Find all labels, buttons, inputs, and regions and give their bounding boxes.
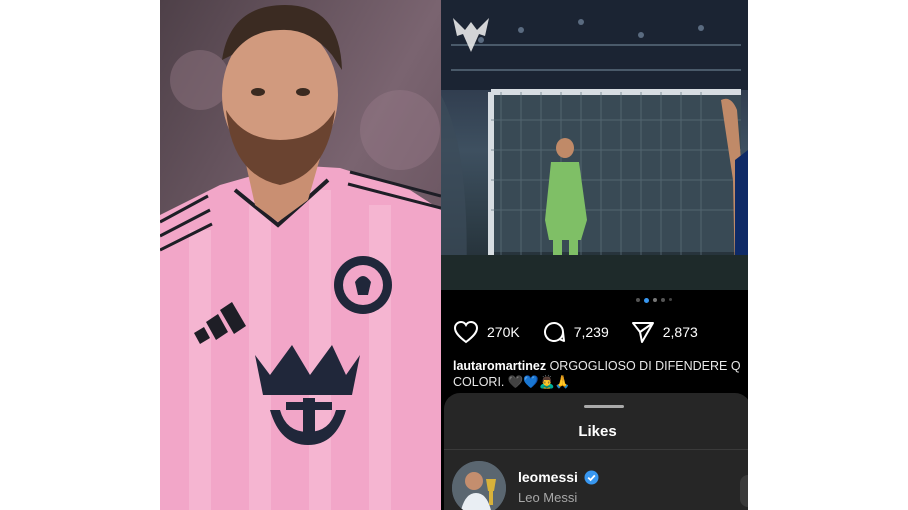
post-caption: lautaromartinez ORGOGLIOSO DI DIFENDERE …	[453, 358, 743, 390]
sheet-drag-handle[interactable]	[584, 405, 624, 408]
carousel-dots	[636, 298, 672, 303]
comments-count: 7,239	[573, 324, 609, 340]
likes-user-row[interactable]: leomessi Leo Messi	[452, 461, 599, 510]
caption-text: ORGOGLIOSO DI DIFENDERE Q	[549, 359, 741, 373]
like-button[interactable]: 270K	[453, 320, 520, 344]
follow-button-edge[interactable]	[740, 475, 748, 507]
shares-count: 2,873	[662, 324, 698, 340]
liked-username[interactable]: leomessi	[518, 469, 599, 485]
likes-sheet-title: Likes	[578, 423, 617, 440]
caption-username[interactable]: lautaromartinez	[453, 359, 546, 373]
heart-icon	[453, 320, 479, 344]
stadium-scene	[441, 0, 748, 290]
send-icon	[631, 322, 654, 343]
share-button[interactable]: 2,873	[631, 320, 698, 344]
likes-user-info: leomessi Leo Messi	[518, 461, 599, 505]
verified-badge-icon	[584, 470, 599, 484]
avatar[interactable]	[452, 461, 506, 510]
left-player-photo	[160, 0, 441, 510]
avatar-image	[452, 461, 506, 510]
comment-button[interactable]: 7,239	[542, 320, 609, 344]
caption-text-line-2: COLORI. 🖤💙🙇‍♂️🙏	[453, 375, 571, 389]
sheet-divider	[444, 449, 748, 450]
liked-full-name: Leo Messi	[518, 490, 578, 505]
likes-count: 270K	[487, 324, 520, 340]
liked-username-text: leomessi	[518, 469, 578, 485]
post-image[interactable]	[441, 0, 748, 290]
post-action-bar: 270K 7,239 2,873	[453, 318, 698, 346]
comment-icon	[543, 322, 565, 343]
instagram-post-panel: 270K 7,239 2,873 lautaromartinez ORGOGLI…	[441, 0, 748, 510]
likes-bottom-sheet: Likes leomessi Leo Messi	[444, 393, 748, 510]
player-illustration	[160, 0, 441, 510]
